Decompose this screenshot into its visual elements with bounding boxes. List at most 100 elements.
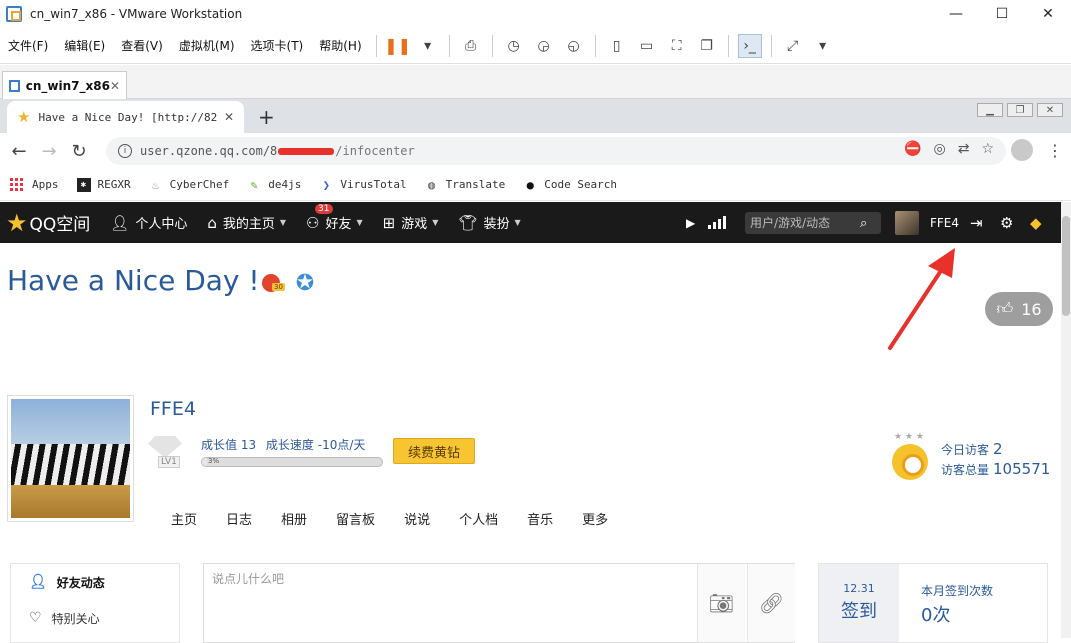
user-icon: 👤︎ <box>110 213 130 232</box>
revert-snapshot-icon[interactable]: ◶ <box>532 34 556 58</box>
bookmark-de4js[interactable]: ✎ de4js <box>247 178 302 192</box>
forward-button[interactable]: → <box>34 141 64 162</box>
profile-avatar[interactable] <box>7 395 134 522</box>
home-icon: ⌂ <box>207 213 217 232</box>
profile-username[interactable]: FFE4 <box>150 398 196 420</box>
vm-tab[interactable]: cn_win7_x86 ✕ <box>2 71 127 99</box>
send-keys-icon[interactable]: ⎙ <box>459 34 483 58</box>
nav-friends[interactable]: ⚇ 31 好友 ▼ <box>306 204 363 232</box>
menu-edit[interactable]: 编辑(E) <box>56 37 113 54</box>
total-visits[interactable]: 访客总量 105571 <box>941 460 1050 478</box>
browser-tab-strip: ★ Have a Nice Day! [http://829 ✕ + ▁ ❐ ✕ <box>0 99 1071 133</box>
menu-tabs[interactable]: 选项卡(T) <box>243 37 312 54</box>
tab-blog[interactable]: 日志 <box>226 509 252 528</box>
info-icon[interactable]: i <box>118 144 132 158</box>
browser-restore-button[interactable]: ❐ <box>1007 103 1033 117</box>
today-visits[interactable]: 今日访客 2 <box>941 440 1003 458</box>
maximize-button[interactable]: ☐ <box>979 0 1025 28</box>
caret-down-icon: ▼ <box>279 218 287 227</box>
tab-home[interactable]: 主页 <box>171 509 197 528</box>
unity-icon[interactable]: ❐ <box>695 34 719 58</box>
tab-profile[interactable]: 个人档 <box>459 509 498 528</box>
close-button[interactable]: ✕ <box>1025 0 1071 28</box>
nav-avatar[interactable] <box>895 211 919 235</box>
reload-button[interactable]: ↻ <box>64 141 94 162</box>
nav-personal-center[interactable]: 👤︎ 个人中心 <box>110 213 187 233</box>
back-button[interactable]: ← <box>4 141 34 162</box>
search-icon[interactable]: ⌕ <box>860 216 867 231</box>
minimize-button[interactable]: — <box>933 0 979 28</box>
thumbnail-view-icon[interactable]: ▭ <box>635 34 659 58</box>
bookmark-virustotal[interactable]: ❯ VirusTotal <box>319 178 407 192</box>
music-play-icon[interactable]: ▶ <box>686 216 695 230</box>
chevron-down-icon[interactable]: ▾ <box>416 34 440 58</box>
post-input[interactable] <box>204 564 646 642</box>
profile-avatar-icon[interactable] <box>1011 139 1033 161</box>
browser-close-button[interactable]: ✕ <box>1037 103 1063 117</box>
toolbar-divider <box>491 34 493 57</box>
console-view-icon[interactable]: ›_ <box>737 33 762 58</box>
tab-music[interactable]: 音乐 <box>527 509 553 528</box>
close-icon[interactable]: ✕ <box>224 110 234 124</box>
blocked-plugin-icon[interactable]: ⛔ <box>904 141 921 157</box>
scrollbar-thumb[interactable] <box>1062 216 1070 316</box>
vip-shield-icon[interactable]: ✪ <box>288 270 322 296</box>
level-diamond-icon[interactable]: LV1 <box>148 436 188 470</box>
diamond-icon[interactable]: ◆ <box>1030 214 1042 232</box>
signal-bars-icon[interactable] <box>708 216 726 229</box>
tab-shuoshuo[interactable]: 说说 <box>404 509 430 528</box>
bookmark-cyberchef[interactable]: ♨ CyberChef <box>149 178 229 192</box>
signin-button[interactable]: 12.31 签到 <box>819 564 899 642</box>
vm-tab-label: cn_win7_x86 <box>25 78 110 93</box>
gear-icon[interactable]: ⚙ <box>1000 214 1013 232</box>
page-scrollbar[interactable] <box>1061 202 1071 638</box>
close-icon[interactable]: ✕ <box>110 79 120 93</box>
qzone-search-input[interactable] <box>750 216 860 230</box>
sidebar-item-friend-feed[interactable]: 👤︎ 好友动态 <box>11 564 179 600</box>
bookmark-translate[interactable]: ◍ Translate <box>425 178 505 192</box>
pause-icon[interactable]: ❚❚ <box>384 34 411 58</box>
nav-my-homepage[interactable]: ⌂ 我的主页 ▼ <box>207 213 287 233</box>
library-view-icon[interactable]: ▯ <box>605 34 629 58</box>
vm-icon <box>9 79 20 92</box>
snapshot-manager-icon[interactable]: ◵ <box>562 34 586 58</box>
menu-file[interactable]: 文件(F) <box>0 37 56 54</box>
chevron-down-icon[interactable]: ▾ <box>811 34 835 58</box>
attachment-icon[interactable]: 🔗︎ <box>747 564 795 642</box>
menu-view[interactable]: 查看(V) <box>113 37 171 54</box>
bookmark-code-search[interactable]: ● Code Search <box>523 178 617 192</box>
menu-help[interactable]: 帮助(H) <box>311 37 369 54</box>
tab-album[interactable]: 相册 <box>281 509 307 528</box>
fullscreen-icon[interactable]: ⛶ <box>665 34 689 58</box>
address-bar[interactable]: i user.qzone.qq.com/8 /infocenter ⛔ ◎ ⇄ … <box>106 137 1006 165</box>
menu-dots-icon[interactable]: ⋮ <box>1047 141 1063 160</box>
menu-vm[interactable]: 虚拟机(M) <box>171 37 243 54</box>
bookmark-star-icon[interactable]: ☆ <box>981 141 994 157</box>
browser-tab[interactable]: ★ Have a Nice Day! [http://829 ✕ <box>7 101 244 133</box>
qzone-logo[interactable]: ★ QQ空间 <box>6 209 90 237</box>
snapshot-icon[interactable]: ◷ <box>502 34 526 58</box>
nav-dress-up[interactable]: 👕︎ 装扮 ▼ <box>458 213 520 233</box>
caret-down-icon: ▼ <box>356 218 363 227</box>
like-button[interactable]: 👍︎ 16 <box>985 292 1053 326</box>
visitor-icon[interactable]: ★ ★ ★ <box>892 432 932 482</box>
logout-icon[interactable]: ⇥ <box>970 214 983 232</box>
bookmark-regxr[interactable]: ✱ REGXR <box>76 177 131 192</box>
tab-more[interactable]: 更多 <box>582 509 608 528</box>
nav-username[interactable]: FFE4 <box>930 216 959 230</box>
signin-panel: 12.31 签到 本月签到次数 0次 <box>818 563 1048 643</box>
renew-yellow-diamond-button[interactable]: 续费黄钻 <box>393 438 475 464</box>
translate-icon[interactable]: ⇄ <box>958 141 970 157</box>
new-tab-button[interactable]: + <box>258 105 275 129</box>
stretch-icon[interactable]: ⤢ <box>781 34 805 58</box>
browser-minimize-button[interactable]: ▁ <box>977 103 1003 117</box>
tab-message-board[interactable]: 留言板 <box>336 509 375 528</box>
location-icon[interactable]: ◎ <box>933 141 945 157</box>
nav-games[interactable]: ⊞ 游戏 ▼ <box>383 213 439 233</box>
sidebar-item-special-care[interactable]: ♡ 特别关心 <box>11 600 179 636</box>
camera-icon[interactable]: 📷︎ <box>697 564 745 642</box>
bookmark-apps[interactable]: Apps <box>10 178 59 191</box>
redaction-mark <box>278 147 335 155</box>
tomato-badge-icon[interactable]: 30 <box>262 274 285 292</box>
qzone-top-nav: ★ QQ空间 👤︎ 个人中心 ⌂ 我的主页 ▼ ⚇ 31 好友 ▼ ⊞ 游戏 ▼… <box>0 202 1061 243</box>
